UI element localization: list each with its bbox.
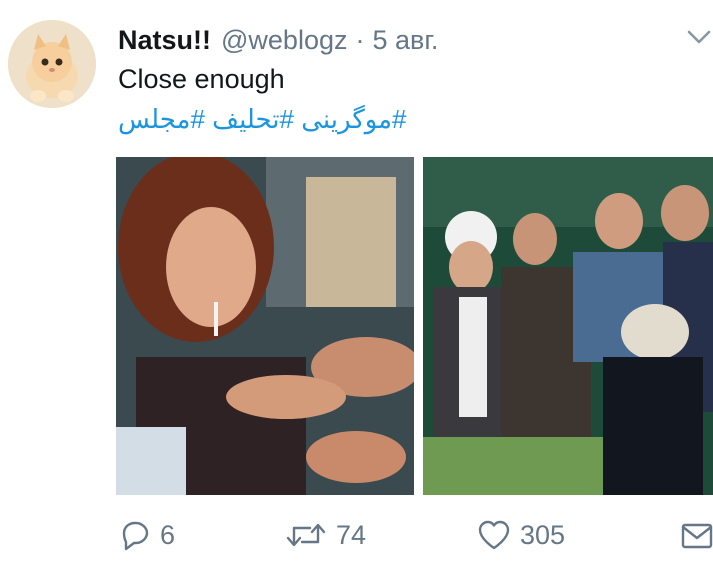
- tweet-header: Natsu!! @weblogz · 5 авг.: [118, 22, 438, 58]
- tweet-photo-right[interactable]: [423, 157, 713, 495]
- heart-icon: [476, 518, 512, 552]
- retweet-button[interactable]: 74: [284, 518, 366, 552]
- tweet-date[interactable]: 5 авг.: [372, 25, 438, 56]
- tweet-actions: 6 74 305: [0, 518, 713, 558]
- like-count: 305: [520, 519, 566, 550]
- tweet-text: Close enough: [118, 64, 285, 94]
- chevron-down-icon[interactable]: [684, 22, 713, 52]
- photo-woman-lighters: [116, 157, 414, 495]
- user-handle[interactable]: @weblogz: [221, 25, 347, 56]
- like-button[interactable]: 305: [476, 518, 565, 552]
- display-name[interactable]: Natsu!!: [118, 25, 211, 56]
- reply-icon: [118, 518, 152, 552]
- direct-message-button[interactable]: [680, 518, 713, 552]
- reply-count: 6: [160, 519, 176, 550]
- photo-parliament-phones: [423, 157, 713, 495]
- kitten-avatar-image: [8, 20, 96, 108]
- retweet-icon: [284, 518, 328, 552]
- hashtag-links[interactable]: #موگرینی #تحلیف #مجلس: [118, 104, 407, 135]
- separator-dot: ·: [355, 24, 365, 55]
- reply-button[interactable]: 6: [118, 518, 175, 552]
- avatar[interactable]: [8, 20, 96, 108]
- envelope-icon: [680, 518, 713, 552]
- tweet-photo-left[interactable]: [116, 157, 414, 495]
- retweet-count: 74: [336, 519, 367, 550]
